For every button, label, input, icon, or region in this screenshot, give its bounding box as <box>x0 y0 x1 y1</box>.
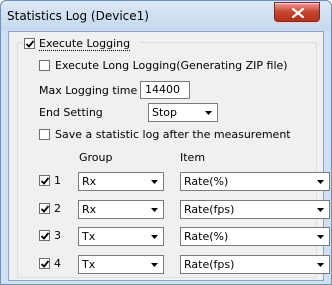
chevron-down-icon <box>317 180 324 184</box>
dropdown-button[interactable] <box>147 229 162 244</box>
end-setting-value: Stop <box>152 106 178 119</box>
max-logging-time-input[interactable]: 14400 <box>140 81 190 99</box>
row-4-number: 4 <box>54 257 61 270</box>
checkmark-icon <box>25 40 35 48</box>
row-3-item-value: Rate(%) <box>184 230 229 243</box>
checkmark-icon <box>40 177 50 185</box>
dropdown-button[interactable] <box>147 257 162 272</box>
row-1-item-select[interactable]: Rate(%) <box>180 172 330 191</box>
row-2-item-select[interactable]: Rate(fps) <box>180 200 330 219</box>
item-column-header: Item <box>180 151 206 164</box>
row-3-group-select[interactable]: Tx <box>78 227 164 246</box>
end-setting-label: End Setting <box>39 106 103 119</box>
row-2-number: 2 <box>54 202 61 215</box>
long-logging-label: Execute Long Logging(Generating ZIP file… <box>55 59 288 72</box>
chevron-down-icon <box>317 263 324 267</box>
dropdown-button[interactable] <box>201 105 216 120</box>
dropdown-button[interactable] <box>313 257 328 272</box>
window-title: Statistics Log (Device1) <box>7 9 149 23</box>
chevron-down-icon <box>151 208 158 212</box>
long-logging-checkbox[interactable] <box>39 60 50 71</box>
dialog-body: Execute Logging Execute Long Logging(Gen… <box>8 31 330 281</box>
chevron-down-icon <box>317 235 324 239</box>
row-1-group-value: Rx <box>82 175 97 188</box>
row-4-group-select[interactable]: Tx <box>78 255 164 274</box>
checkmark-icon <box>40 260 50 268</box>
dropdown-button[interactable] <box>313 174 328 189</box>
execute-logging-checkbox[interactable] <box>24 38 35 49</box>
row-1-checkbox[interactable] <box>39 175 50 186</box>
close-button[interactable] <box>274 2 320 22</box>
row-1-item-value: Rate(%) <box>184 175 229 188</box>
row-1-number: 1 <box>54 174 61 187</box>
row-4-item-value: Rate(fps) <box>184 258 235 271</box>
chevron-down-icon <box>205 111 212 115</box>
row-1-group-select[interactable]: Rx <box>78 172 164 191</box>
dropdown-button[interactable] <box>147 174 162 189</box>
max-logging-time-label: Max Logging time <box>39 84 138 97</box>
row-4-checkbox[interactable] <box>39 258 50 269</box>
row-4-group-value: Tx <box>82 258 96 271</box>
chevron-down-icon <box>151 263 158 267</box>
statistics-log-window: Statistics Log (Device1) Execute Logging… <box>0 0 332 285</box>
row-2-checkbox[interactable] <box>39 203 50 214</box>
save-after-label: Save a statistic log after the measureme… <box>55 128 291 141</box>
row-2-group-value: Rx <box>82 203 97 216</box>
title-bar[interactable]: Statistics Log (Device1) <box>1 1 331 31</box>
group-column-header: Group <box>79 151 113 164</box>
close-icon <box>292 8 304 18</box>
row-3-number: 3 <box>54 229 61 242</box>
chevron-down-icon <box>151 180 158 184</box>
row-4-item-select[interactable]: Rate(fps) <box>180 255 330 274</box>
row-3-checkbox[interactable] <box>39 230 50 241</box>
dropdown-button[interactable] <box>313 229 328 244</box>
row-3-item-select[interactable]: Rate(%) <box>180 227 330 246</box>
chevron-down-icon <box>317 208 324 212</box>
checkmark-icon <box>40 232 50 240</box>
execute-logging-label: Execute Logging <box>39 37 131 51</box>
row-3-group-value: Tx <box>82 230 96 243</box>
save-after-checkbox[interactable] <box>39 129 50 140</box>
row-2-item-value: Rate(fps) <box>184 203 235 216</box>
row-2-group-select[interactable]: Rx <box>78 200 164 219</box>
dropdown-button[interactable] <box>313 202 328 217</box>
end-setting-select[interactable]: Stop <box>148 103 218 122</box>
chevron-down-icon <box>151 235 158 239</box>
checkmark-icon <box>40 205 50 213</box>
dropdown-button[interactable] <box>147 202 162 217</box>
